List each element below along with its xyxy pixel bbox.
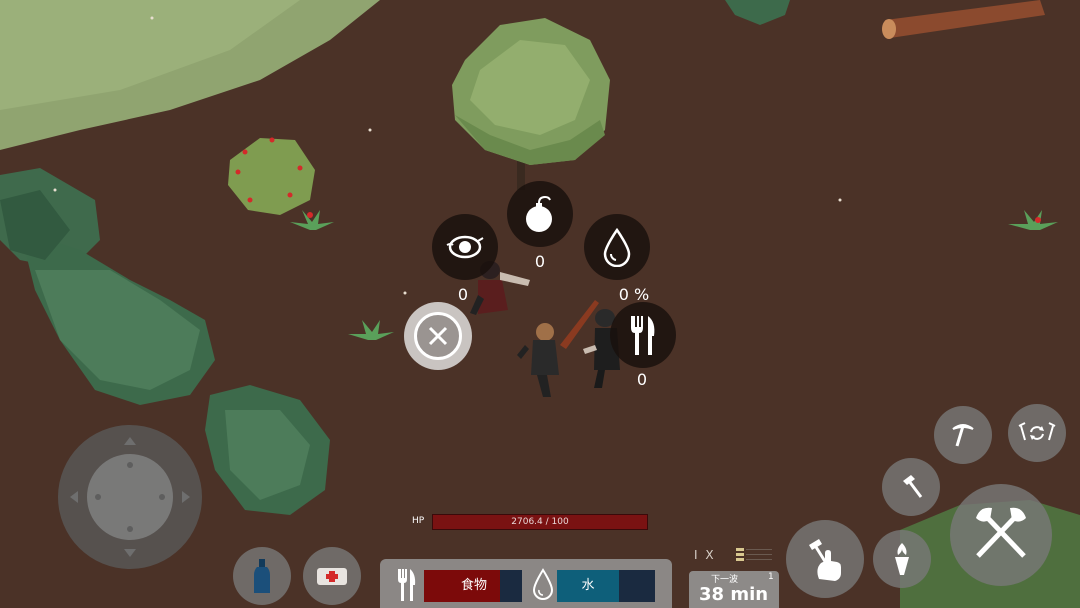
- water-drop-icon: [603, 227, 631, 267]
- torch-icon: [895, 543, 909, 575]
- survival-status-panel: 食物 水: [380, 559, 672, 608]
- medkit-item-button[interactable]: [303, 547, 361, 605]
- food-action-button[interactable]: [610, 302, 676, 368]
- food-label: 食物: [460, 578, 487, 593]
- hatchet-button[interactable]: [882, 458, 940, 516]
- wave-time: 38 min: [699, 584, 769, 605]
- berry-bush: [228, 137, 315, 215]
- rock-formation-left: [0, 168, 215, 405]
- plants: [290, 210, 1058, 340]
- food-count: 0: [636, 370, 648, 389]
- characters: [470, 261, 620, 397]
- medkit-icon: [317, 568, 347, 585]
- water-action-button[interactable]: [584, 214, 650, 280]
- water-label: 水: [581, 578, 595, 593]
- game-scene: 0 0 0 % 0 HP 2706.4 / 100 食物 水 I X 下一波 1…: [0, 0, 1080, 608]
- water-icon: [532, 568, 554, 600]
- next-wave-timer: 下一波 1 38 min: [689, 571, 779, 608]
- rock-formation-bottom: [205, 385, 330, 515]
- ammo-icon: [736, 548, 772, 561]
- torch-button[interactable]: [873, 530, 931, 588]
- build-button[interactable]: [786, 520, 864, 598]
- hand-hammer-icon: [809, 539, 841, 581]
- swap-tools-button[interactable]: [1008, 404, 1066, 462]
- bottle-icon: [254, 559, 270, 593]
- hp-bar: 2706.4 / 100: [432, 514, 648, 530]
- tree-center: [452, 18, 610, 190]
- hp-value: 2706.4 / 100: [511, 517, 569, 527]
- crossed-axes-icon: [976, 507, 1026, 558]
- food-icon: [398, 569, 416, 601]
- bomb-count: 0: [534, 252, 546, 271]
- swap-icon: [1018, 422, 1056, 441]
- close-icon: [414, 312, 462, 360]
- speed-indicator: I X: [694, 548, 716, 562]
- food-bar: 食物: [424, 570, 522, 602]
- pickaxe-icon: [952, 424, 974, 447]
- bottle-item-button[interactable]: [233, 547, 291, 605]
- cancel-button[interactable]: [404, 302, 472, 370]
- rock-top-right: [725, 0, 790, 25]
- eye-action-button[interactable]: [432, 214, 498, 280]
- attack-button[interactable]: [950, 484, 1052, 586]
- movement-joystick[interactable]: [58, 425, 202, 569]
- water-bar: 水: [557, 570, 655, 602]
- fork-knife-icon: [631, 316, 655, 355]
- joystick-arrows: [70, 437, 190, 557]
- bomb-icon: [526, 195, 552, 232]
- bomb-action-button[interactable]: [507, 181, 573, 247]
- pickaxe-button[interactable]: [934, 406, 992, 464]
- eye-count: 0: [457, 285, 469, 304]
- water-percent: 0 %: [618, 285, 650, 304]
- eye-icon: [446, 235, 484, 259]
- hp-label: HP: [412, 516, 425, 526]
- hatchet-icon: [903, 475, 923, 498]
- wave-number: 1: [768, 572, 774, 582]
- log: [882, 0, 1045, 39]
